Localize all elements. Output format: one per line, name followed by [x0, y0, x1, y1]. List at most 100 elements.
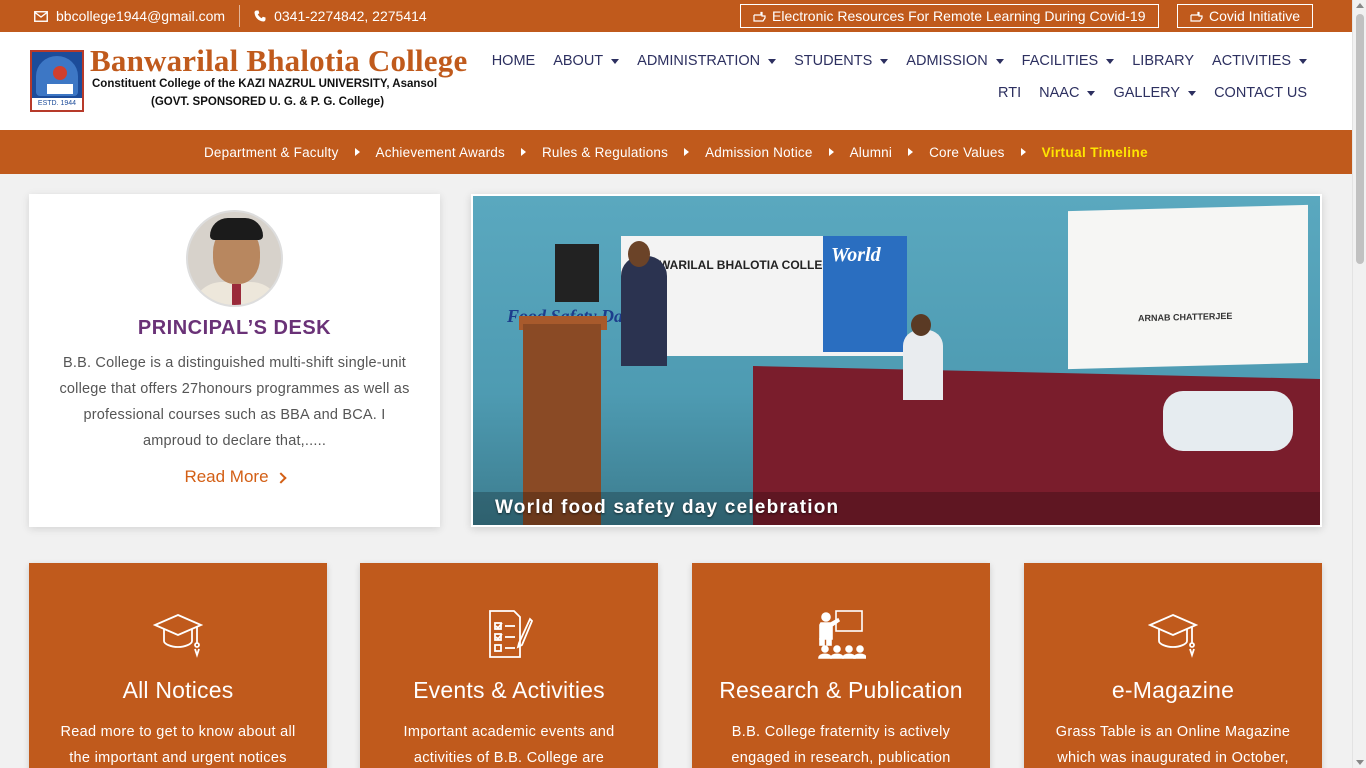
scroll-down-icon[interactable]	[1356, 760, 1364, 765]
logo-tree-icon	[53, 66, 67, 80]
phone-icon	[254, 10, 266, 22]
menu-label: HOME	[491, 53, 536, 69]
arrow-right-icon	[520, 148, 526, 156]
college-logo[interactable]: ESTD. 1944	[30, 50, 84, 112]
menu-admission[interactable]: ADMISSION	[897, 52, 1012, 70]
caret-down-icon	[880, 58, 889, 64]
principal-desk-title: PRINCIPAL’S DESK	[137, 317, 332, 339]
card-text: B.B. College fraternity is actively enga…	[731, 724, 951, 766]
menu-label: FACILITIES	[1021, 53, 1099, 69]
hand-pointer-icon	[753, 11, 766, 22]
logo-book-icon	[47, 84, 73, 94]
menu-activities[interactable]: ACTIVITIES	[1203, 52, 1316, 70]
caret-down-icon	[611, 58, 620, 64]
card-e-magazine[interactable]: e-Magazine Grass Table is an Online Maga…	[1024, 563, 1322, 768]
menu-naac[interactable]: NAAC	[1030, 84, 1104, 102]
menu-library[interactable]: LIBRARY	[1123, 52, 1203, 70]
scroll-up-icon[interactable]	[1356, 3, 1364, 8]
menu-label: RTI	[998, 85, 1022, 101]
menu-gallery[interactable]: GALLERY	[1104, 84, 1205, 102]
chevron-right-icon	[274, 471, 287, 484]
arrow-right-icon	[828, 148, 834, 156]
quick-link-rules-regulations[interactable]: Rules & Regulations	[542, 145, 668, 160]
contact-info: bbcollege1944@gmail.com 0341-2274842, 22…	[34, 0, 427, 32]
electronic-resources-button[interactable]: Electronic Resources For Remote Learning…	[740, 4, 1159, 28]
scrollbar-thumb[interactable]	[1356, 14, 1364, 264]
college-name[interactable]: Banwarilal Bhalotia College	[90, 43, 467, 79]
quick-link-department-faculty[interactable]: Department & Faculty	[204, 145, 339, 160]
card-title: Events & Activities	[413, 677, 605, 703]
menu-students[interactable]: STUDENTS	[785, 52, 897, 70]
menu-facilities[interactable]: FACILITIES	[1013, 52, 1124, 70]
quick-link-alumni[interactable]: Alumni	[850, 145, 892, 160]
card-text: Important academic events and activities…	[403, 724, 615, 766]
card-research-publication[interactable]: Research & Publication B.B. College frat…	[692, 563, 990, 768]
slide-caption: World food safety day celebration	[495, 497, 840, 518]
menu-administration[interactable]: ADMINISTRATION	[628, 52, 785, 70]
email-contact[interactable]: bbcollege1944@gmail.com	[34, 8, 225, 24]
arrow-right-icon	[908, 148, 914, 156]
menu-contact-us[interactable]: CONTACT US	[1205, 84, 1316, 102]
seated-head	[911, 314, 931, 336]
caret-down-icon	[1106, 58, 1115, 64]
loudspeaker	[555, 244, 599, 302]
main-menu-row-1: HOME ABOUT ADMINISTRATION STUDENTS ADMIS…	[483, 52, 1316, 70]
top-contact-bar: bbcollege1944@gmail.com 0341-2274842, 22…	[0, 0, 1352, 32]
quick-links-bar: Department & Faculty Achievement Awards …	[0, 130, 1352, 174]
speaker-person	[621, 256, 667, 366]
arrow-right-icon	[1020, 148, 1026, 156]
menu-label: GALLERY	[1113, 85, 1181, 101]
caret-down-icon	[1299, 58, 1307, 64]
read-more-link[interactable]: Read More	[29, 467, 440, 487]
quick-link-virtual-timeline[interactable]: Virtual Timeline	[1042, 145, 1148, 160]
caret-down-icon	[768, 58, 777, 64]
page-scrollbar[interactable]	[1352, 0, 1366, 768]
table-items	[1163, 391, 1293, 451]
graduation-cap-icon	[1148, 614, 1198, 658]
principal-desk-text: B.B. College is a distinguished multi-sh…	[59, 355, 410, 449]
image-slider[interactable]: BANWARILAL BHALOTIA COLLEGE, ASANSOL Foo…	[471, 194, 1322, 527]
covid-initiative-label: Covid Initiative	[1209, 8, 1301, 24]
covid-initiative-button[interactable]: Covid Initiative	[1177, 4, 1314, 28]
electronic-resources-label: Electronic Resources For Remote Learning…	[772, 8, 1146, 24]
menu-label: ACTIVITIES	[1212, 53, 1291, 69]
quick-link-achievement-awards[interactable]: Achievement Awards	[376, 145, 505, 160]
checklist-icon	[489, 610, 534, 658]
envelope-icon	[34, 10, 48, 22]
card-title: e-Magazine	[1111, 677, 1235, 703]
menu-label: STUDENTS	[794, 53, 873, 69]
phone-contact[interactable]: 0341-2274842, 2275414	[254, 8, 427, 24]
divider	[239, 5, 241, 27]
menu-label: LIBRARY	[1132, 53, 1195, 69]
site-header: ESTD. 1944 Banwarilal Bhalotia College C…	[0, 32, 1352, 130]
card-title: All Notices	[122, 677, 234, 703]
arrow-right-icon	[684, 148, 690, 156]
menu-about[interactable]: ABOUT	[544, 52, 628, 70]
menu-label: NAAC	[1039, 85, 1080, 101]
arrow-right-icon	[354, 148, 360, 156]
quick-link-core-values[interactable]: Core Values	[929, 145, 1005, 160]
screen-speaker-name: ARNAB CHATTERJEE	[1138, 310, 1233, 324]
college-affiliation: Constituent College of the KAZI NAZRUL U…	[92, 78, 438, 90]
principal-avatar	[186, 210, 283, 307]
menu-label: ADMINISTRATION	[637, 53, 761, 69]
main-menu-row-2: RTI NAAC GALLERY CONTACT US	[989, 84, 1316, 102]
presentation-icon	[818, 610, 866, 659]
card-all-notices[interactable]: All Notices Read more to get to know abo…	[29, 563, 327, 768]
card-events-activities[interactable]: Events & Activities Important academic e…	[360, 563, 658, 768]
menu-rti[interactable]: RTI	[989, 84, 1030, 102]
caret-down-icon	[1087, 90, 1096, 96]
page: bbcollege1944@gmail.com 0341-2274842, 22…	[0, 0, 1366, 768]
card-title: Research & Publication	[719, 677, 963, 703]
quick-link-admission-notice[interactable]: Admission Notice	[705, 145, 813, 160]
menu-home[interactable]: HOME	[483, 52, 545, 70]
projector-screen: ARNAB CHATTERJEE	[1068, 204, 1308, 370]
hand-pointer-icon	[1190, 11, 1203, 22]
phone-text: 0341-2274842, 2275414	[274, 8, 427, 24]
avatar-hair	[210, 218, 263, 240]
caret-down-icon	[995, 58, 1004, 64]
speaker-head	[628, 241, 650, 267]
caret-down-icon	[1188, 90, 1197, 96]
card-text: Read more to get to know about all the i…	[60, 724, 296, 766]
principal-desk-card: PRINCIPAL’S DESK B.B. College is a disti…	[29, 194, 440, 527]
